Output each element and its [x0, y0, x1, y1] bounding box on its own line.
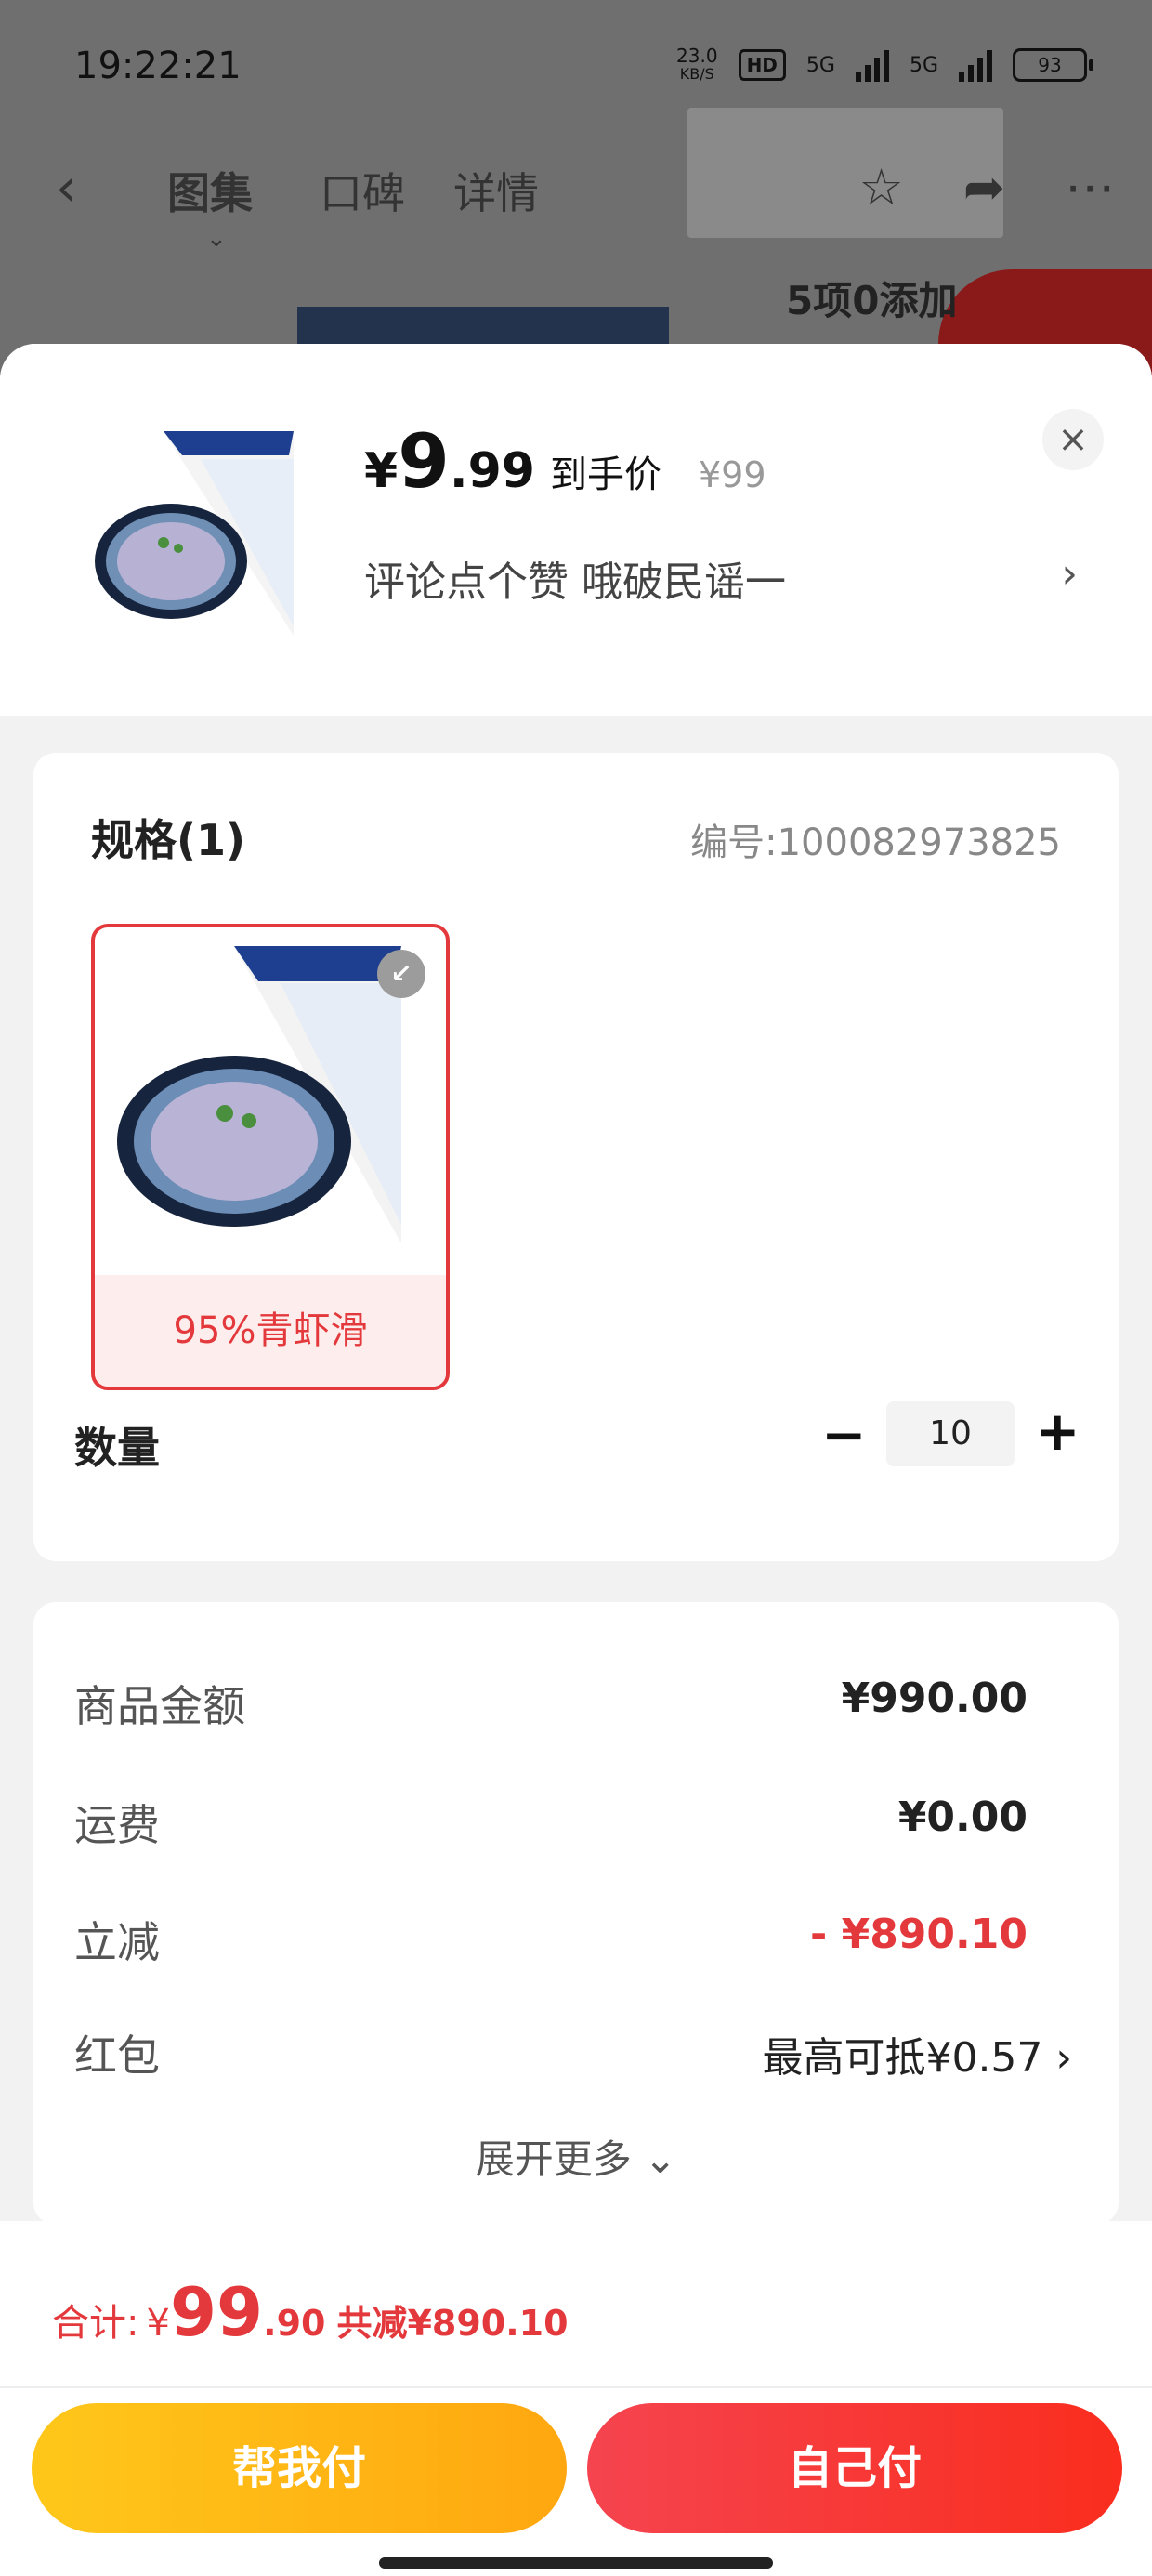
background-promo-text: 5项0添加 [786, 278, 958, 323]
quantity-plus-button[interactable]: + [1035, 1400, 1080, 1463]
row-label-goods-amount: 商品金额 [74, 1681, 245, 1731]
price-summary-card: 商品金额 ¥990.00 运费 ¥0.00 立减 - ¥890.10 红包 最高… [33, 1602, 1119, 2225]
product-code: 编号:100082973825 [690, 821, 1061, 864]
row-label-discount: 立减 [74, 1917, 160, 1967]
sheet-header: ¥ 9 .99 到手价 ¥99 评论点个赞 哦破民谣一 › × [0, 344, 1152, 716]
home-indicator[interactable] [379, 2557, 773, 2569]
tab-details[interactable]: 详情 [453, 160, 539, 221]
product-thumbnail [95, 431, 294, 636]
original-price: ¥99 [698, 454, 766, 495]
tab-reviews[interactable]: 口碑 [320, 160, 405, 221]
quantity-label: 数量 [74, 1423, 160, 1473]
sku-option-selected[interactable]: ↙ 95%青虾滑 [91, 924, 450, 1390]
checkout-footer: 合计: ¥ 99 .90 共减¥890.10 帮我付 自己付 [0, 2221, 1152, 2576]
network-speed-value: 23.0 [676, 45, 718, 67]
chevron-right-icon[interactable]: › [1061, 550, 1078, 598]
tab-gallery[interactable]: 图集 [167, 160, 253, 221]
battery-icon: 93 [1013, 48, 1093, 82]
help-me-pay-button[interactable]: 帮我付 [32, 2403, 567, 2533]
signal-icon [855, 48, 889, 82]
purchase-sheet: ¥ 9 .99 到手价 ¥99 评论点个赞 哦破民谣一 › × 规格(1) 编号… [0, 344, 1152, 2576]
hd-icon: HD [738, 49, 786, 81]
price-row: ¥ 9 .99 到手价 ¥99 [364, 418, 766, 505]
total-row: 合计: ¥ 99 .90 共减¥890.10 [52, 2273, 569, 2351]
signal-label-1: 5G [805, 53, 835, 77]
signal-label-2: 5G [909, 53, 938, 77]
favorite-star-icon[interactable]: ☆ [858, 158, 903, 217]
status-icons: 23.0 KB/S HD 5G 5G 93 [676, 46, 1093, 84]
row-value-shipping: ¥0.00 [897, 1794, 1028, 1841]
network-speed: 23.0 KB/S [676, 46, 718, 84]
total-integer: 99 [169, 2273, 264, 2351]
sku-label: 95%青虾滑 [95, 1275, 446, 1387]
price-label: 到手价 [549, 453, 661, 496]
row-value-goods-amount: ¥990.00 [841, 1675, 1028, 1722]
footer-divider [0, 2386, 1152, 2388]
status-time: 19:22:21 [74, 45, 242, 87]
network-speed-unit: KB/S [679, 65, 714, 83]
back-icon[interactable]: ‹ [56, 158, 76, 218]
expand-image-icon[interactable]: ↙ [377, 950, 425, 998]
total-decimal: .90 [263, 2303, 326, 2344]
price-integer: 9 [398, 418, 450, 505]
quantity-input[interactable]: 10 [886, 1401, 1015, 1466]
promo-line[interactable]: 评论点个赞 哦破民谣一 [364, 548, 786, 608]
row-label-red-packet: 红包 [74, 2031, 160, 2081]
quantity-minus-button[interactable]: − [821, 1403, 867, 1466]
row-label-shipping: 运费 [74, 1800, 160, 1850]
price-currency: ¥ [364, 443, 399, 499]
row-value-discount: - ¥890.10 [810, 1911, 1028, 1958]
total-label: 合计: [52, 2302, 139, 2345]
share-icon[interactable]: ➦ [963, 158, 1005, 217]
close-button[interactable]: × [1042, 409, 1104, 470]
signal-icon-2 [959, 48, 992, 82]
spec-card: 规格(1) 编号:100082973825 ↙ 95%青虾滑 数量 − 10 + [33, 753, 1119, 1561]
tab-indicator-icon: ⌄ [206, 225, 227, 253]
expand-more-link[interactable]: 展开更多 ⌄ [33, 2128, 1119, 2185]
pay-myself-button[interactable]: 自己付 [587, 2403, 1122, 2533]
total-currency: ¥ [146, 2302, 170, 2345]
more-icon[interactable]: ⋯ [1065, 158, 1115, 217]
total-savings: 共减¥890.10 [336, 2303, 569, 2344]
background-nav: ‹ 图集 口碑 详情 ⌄ ☆ ➦ ⋯ [0, 139, 1152, 253]
price-decimal: .99 [449, 443, 535, 499]
spec-title: 规格(1) [91, 815, 246, 865]
red-packet-selector[interactable]: 最高可抵¥0.57 › [762, 2024, 1072, 2083]
background-page: 19:22:21 23.0 KB/S HD 5G 5G 93 5项0添加 ‹ 图… [0, 0, 1152, 418]
nav-actions: ☆ ➦ ⋯ [858, 158, 1115, 217]
